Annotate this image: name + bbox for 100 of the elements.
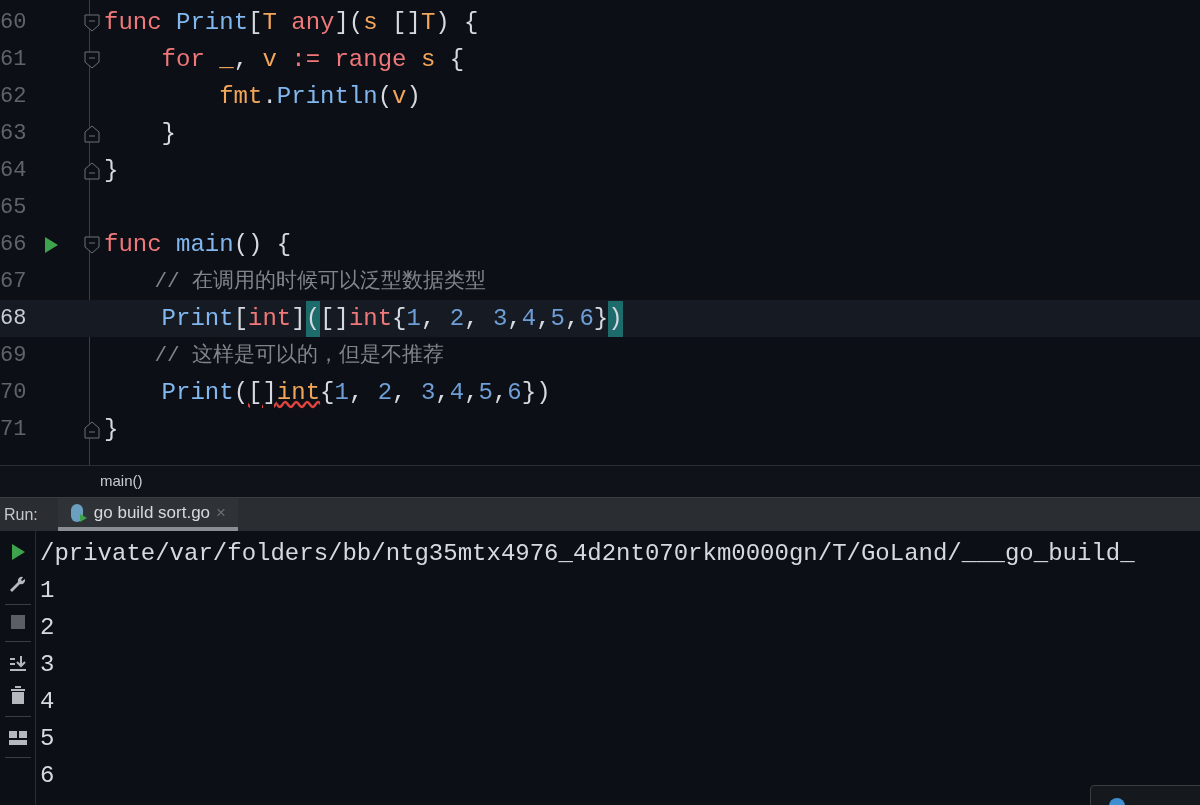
- run-tab[interactable]: go build sort.go ×: [57, 498, 238, 531]
- code-text: ,: [507, 303, 522, 334]
- matched-brace: ): [608, 300, 623, 337]
- code-text: {: [448, 44, 465, 75]
- identifier: s: [363, 7, 378, 38]
- code-comment: // 这样是可以的，但是不推荐: [153, 342, 445, 369]
- number-literal: 3: [492, 303, 508, 334]
- code-text: (: [377, 81, 393, 112]
- fold-icon[interactable]: [84, 50, 100, 69]
- code-text: {: [320, 377, 335, 408]
- identifier: T: [262, 7, 278, 38]
- code-text: ,: [464, 303, 480, 334]
- identifier: fmt: [218, 81, 263, 112]
- code-text: ](: [334, 7, 364, 38]
- code-text: ,: [536, 303, 551, 334]
- code-text: .: [262, 81, 277, 112]
- function-name: main: [176, 229, 234, 260]
- number-literal: 2: [377, 377, 393, 408]
- code-text: ]: [291, 303, 306, 334]
- number-literal: 1: [334, 377, 349, 408]
- code-text: ,: [233, 44, 250, 75]
- code-text: ,: [435, 377, 450, 408]
- number-literal: 5: [550, 303, 565, 334]
- error-code: []: [248, 377, 277, 408]
- run-icon[interactable]: [9, 543, 26, 561]
- fold-icon[interactable]: [84, 235, 100, 254]
- keyword: int: [248, 303, 292, 334]
- identifier: _: [219, 44, 234, 75]
- keyword: for: [160, 44, 206, 75]
- line-number: 68: [0, 305, 28, 333]
- code-text: {: [392, 303, 407, 334]
- code-text: }): [521, 377, 551, 408]
- keyword: :=: [291, 44, 322, 75]
- console-line: 5: [40, 723, 55, 754]
- keyword: range: [334, 44, 408, 75]
- line-number: 64: [0, 157, 28, 185]
- function-name: Println: [276, 81, 378, 112]
- line-number: 66: [0, 231, 28, 259]
- code-text: (: [233, 377, 249, 408]
- code-text: }: [104, 155, 119, 186]
- line-number: 63: [0, 120, 28, 148]
- fold-icon[interactable]: [84, 420, 100, 439]
- run-config-icon: [69, 502, 88, 523]
- code-text: ,: [564, 303, 580, 334]
- console-line: /private/var/folders/bb/ntg35mtx4976_4d2nt070rkm0000gn/T/GoLand/___go_build_: [40, 538, 1135, 569]
- line-number: 60: [0, 9, 28, 37]
- fold-icon[interactable]: [84, 124, 100, 143]
- trash-icon[interactable]: [10, 686, 25, 704]
- run-label: Run:: [4, 504, 38, 525]
- console-line: 1: [40, 575, 55, 606]
- code-text: }: [104, 414, 119, 445]
- code-text: []: [320, 303, 349, 334]
- layout-icon[interactable]: [8, 731, 27, 745]
- code-text: [: [233, 303, 249, 334]
- line-number: 67: [0, 268, 28, 296]
- identifier: T: [420, 7, 436, 38]
- line-number: 71: [0, 416, 28, 444]
- line-number: 70: [0, 379, 28, 407]
- console-line: 2: [40, 612, 55, 643]
- code-text: ) {: [435, 7, 479, 38]
- error-code: int: [276, 377, 321, 408]
- stop-icon[interactable]: [10, 615, 25, 629]
- function-name: Print: [160, 377, 234, 408]
- code-text: ,: [392, 377, 408, 408]
- number-literal: 4: [521, 303, 537, 334]
- code-comment: // 在调用的时候可以泛型数据类型: [153, 268, 487, 295]
- code-text: ,: [492, 377, 508, 408]
- line-number: 69: [0, 342, 28, 370]
- identifier: s: [420, 44, 436, 75]
- line-number: 62: [0, 83, 28, 111]
- line-number: 65: [0, 194, 28, 222]
- code-text: ,: [348, 377, 365, 408]
- console-line: 6: [40, 760, 55, 791]
- function-name: Print: [176, 7, 249, 38]
- breadcrumb[interactable]: main(): [100, 470, 143, 493]
- number-literal: 6: [507, 377, 522, 408]
- matched-brace: (: [305, 300, 321, 337]
- code-text: }: [593, 303, 609, 334]
- run-icon[interactable]: [44, 236, 58, 253]
- fold-icon[interactable]: [84, 13, 100, 32]
- keyword: int: [348, 303, 393, 334]
- code-text: ,: [464, 377, 479, 408]
- console-line: 3: [40, 649, 55, 680]
- code-text: ,: [420, 303, 437, 334]
- keyword: any: [291, 7, 335, 38]
- number-literal: 3: [420, 377, 436, 408]
- scroll-to-end-icon[interactable]: [8, 654, 27, 672]
- identifier: v: [392, 81, 407, 112]
- code-text: []: [391, 7, 421, 38]
- code-text: }: [160, 118, 176, 149]
- number-literal: 2: [449, 303, 465, 334]
- identifier: v: [262, 44, 278, 75]
- number-literal: 1: [406, 303, 421, 334]
- number-literal: 4: [449, 377, 465, 408]
- function-name: Print: [160, 303, 234, 334]
- line-number: 61: [0, 46, 28, 74]
- code-text: ): [406, 81, 421, 112]
- fold-icon[interactable]: [84, 161, 100, 180]
- number-literal: 5: [478, 377, 493, 408]
- console-line: 4: [40, 686, 55, 717]
